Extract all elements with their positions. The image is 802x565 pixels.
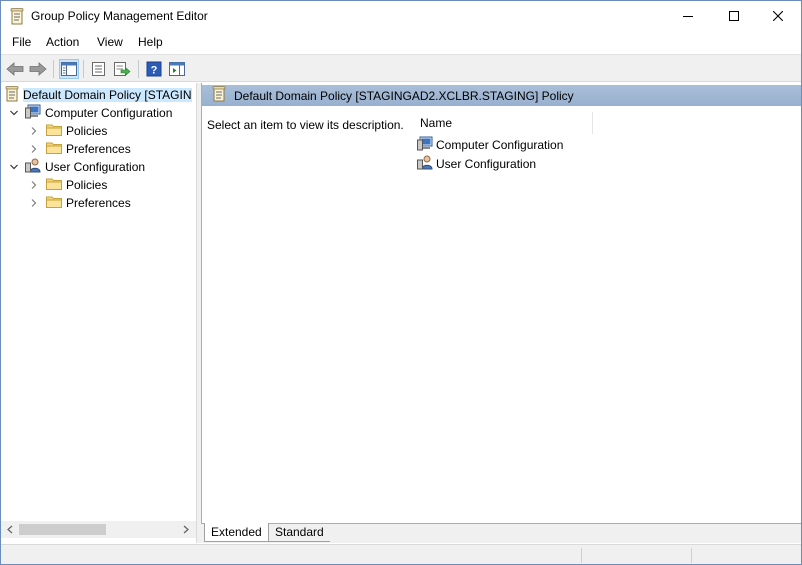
folder-icon (46, 177, 62, 193)
tree-node-computer-preferences[interactable]: Preferences (28, 140, 131, 158)
column-header-label: Name (420, 116, 453, 130)
policy-scroll-icon (5, 85, 19, 105)
scroll-left-icon[interactable] (3, 523, 17, 536)
tree-node-computer-policies[interactable]: Policies (28, 122, 107, 140)
maximize-button[interactable] (711, 1, 757, 31)
tree-root-policy[interactable]: Default Domain Policy [STAGIN (5, 85, 192, 105)
forward-arrow-icon (29, 62, 47, 76)
maximize-icon (729, 11, 739, 21)
computer-config-icon (417, 136, 433, 154)
view-tabs: Extended Standard (201, 523, 801, 543)
chevron-right-icon[interactable] (28, 197, 40, 209)
folder-icon (46, 195, 62, 211)
list-item-user-configuration[interactable]: User Configuration (417, 155, 536, 173)
details-pane: Default Domain Policy [STAGINGAD2.XCLBR.… (201, 83, 801, 543)
toolbar-separator (138, 60, 139, 78)
tree-node-label: Preferences (66, 196, 131, 210)
chevron-right-icon[interactable] (28, 143, 40, 155)
tree-node-label: User Configuration (45, 160, 146, 174)
list-item-computer-configuration[interactable]: Computer Configuration (417, 136, 563, 154)
description-text: Select an item to view its description. (207, 118, 404, 132)
chevron-right-icon[interactable] (28, 179, 40, 191)
export-list-icon (114, 62, 131, 76)
minimize-icon (683, 16, 693, 17)
toolbar-separator (83, 60, 84, 78)
chevron-down-icon[interactable] (8, 107, 20, 119)
policy-scroll-icon (10, 8, 24, 25)
back-button[interactable] (5, 59, 25, 79)
tab-standard[interactable]: Standard (269, 523, 330, 542)
tree-root-label: Default Domain Policy [STAGIN (23, 88, 192, 102)
tree-node-user-configuration[interactable]: User Configuration (8, 158, 145, 176)
window-title: Group Policy Management Editor (31, 9, 208, 23)
tree-node-user-policies[interactable]: Policies (28, 176, 107, 194)
details-header-title: Default Domain Policy [STAGINGAD2.XCLBR.… (234, 88, 574, 103)
tree-node-user-preferences[interactable]: Preferences (28, 194, 131, 212)
help-icon: ? (146, 61, 162, 77)
tree-node-label: Policies (66, 178, 108, 192)
scrollbar-thumb[interactable] (19, 524, 106, 535)
svg-text:?: ? (151, 65, 158, 77)
status-bar (1, 544, 801, 564)
show-action-pane-button[interactable] (167, 59, 187, 79)
toolbar-separator (53, 60, 54, 78)
chevron-right-icon[interactable] (28, 125, 40, 137)
properties-icon (92, 62, 105, 76)
menu-bar: File Action View Help (1, 32, 801, 53)
help-button[interactable]: ? (144, 59, 164, 79)
tree-node-label: Policies (66, 124, 108, 138)
toolbar: ? (1, 54, 801, 82)
editor-window: Group Policy Management Editor File Acti… (0, 0, 802, 565)
close-icon (773, 11, 783, 21)
menu-action[interactable]: Action (46, 35, 79, 49)
user-config-icon (25, 158, 41, 176)
user-config-icon (417, 155, 433, 173)
menu-help[interactable]: Help (138, 35, 163, 49)
scroll-right-icon[interactable] (179, 523, 193, 536)
title-bar[interactable]: Group Policy Management Editor (1, 1, 801, 32)
back-arrow-icon (6, 62, 24, 76)
chevron-down-icon[interactable] (8, 161, 20, 173)
list-item-label: Computer Configuration (436, 138, 564, 152)
close-button[interactable] (755, 1, 801, 31)
minimize-button[interactable] (665, 1, 711, 31)
status-separator (691, 548, 692, 563)
tab-label: Extended (211, 525, 262, 539)
policy-scroll-icon (212, 86, 226, 105)
folder-icon (46, 141, 62, 157)
tree-node-label: Computer Configuration (45, 106, 173, 120)
forward-button[interactable] (28, 59, 48, 79)
tree-horizontal-scrollbar[interactable] (1, 521, 196, 538)
properties-button[interactable] (89, 59, 109, 79)
status-separator (581, 548, 582, 563)
tab-label: Standard (275, 525, 324, 539)
list-item-label: User Configuration (436, 157, 537, 171)
show-action-pane-icon (169, 62, 185, 76)
folder-icon (46, 123, 62, 139)
column-header-name[interactable]: Name (415, 112, 593, 134)
details-header: Default Domain Policy [STAGINGAD2.XCLBR.… (202, 85, 801, 106)
computer-config-icon (25, 104, 41, 122)
tab-extended[interactable]: Extended (204, 523, 269, 542)
menu-view[interactable]: View (97, 35, 123, 49)
show-hide-console-tree-icon (61, 62, 77, 76)
menu-file[interactable]: File (12, 35, 31, 49)
tree-node-computer-configuration[interactable]: Computer Configuration (8, 104, 172, 122)
tree-node-label: Preferences (66, 142, 131, 156)
show-hide-tree-button[interactable] (59, 59, 79, 79)
console-tree: Default Domain Policy [STAGIN Computer C… (1, 83, 197, 543)
export-list-button[interactable] (112, 59, 132, 79)
